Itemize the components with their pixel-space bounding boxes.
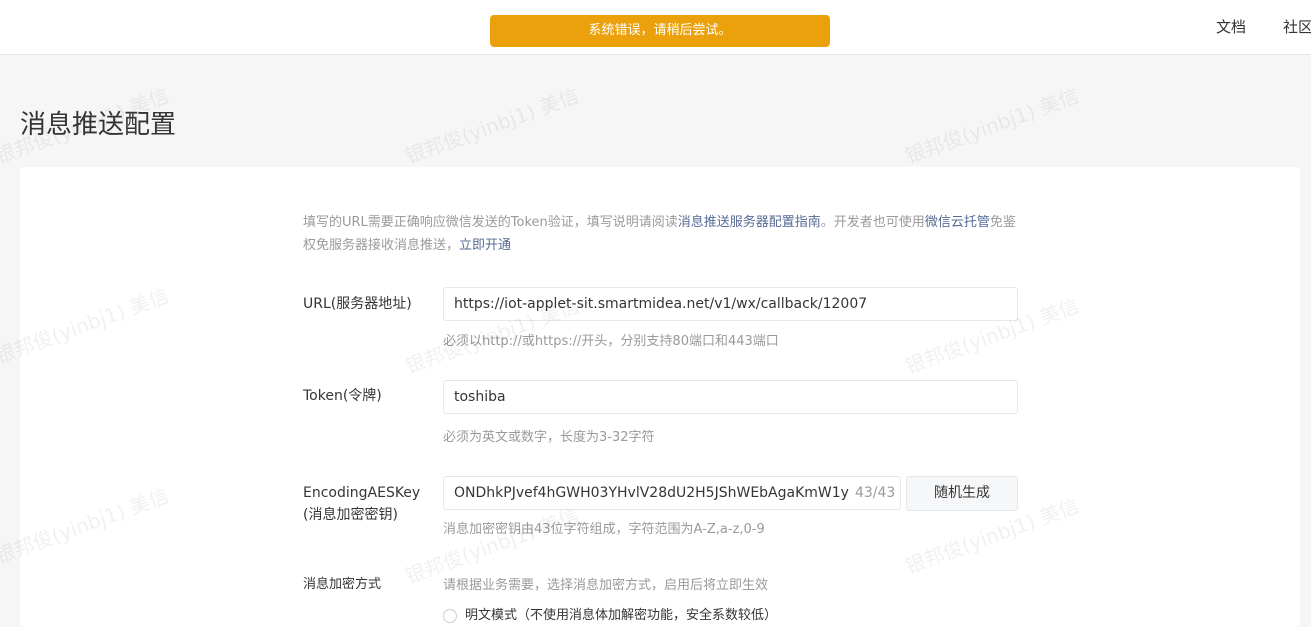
top-bar: 系统错误，请稍后尝试。 文档 社区	[0, 0, 1311, 55]
aes-key-hint: 消息加密密钥由43位字符组成，字符范围为A-Z,a-z,0-9	[443, 522, 765, 537]
url-label: URL(服务器地址)	[303, 296, 412, 312]
nav-docs-link[interactable]: 文档	[1216, 16, 1246, 37]
aes-key-input[interactable]: ONDhkPJvef4hGWH03YHvlV28dU2H5JShWEbAgaKm…	[443, 476, 901, 510]
token-hint: 必须为英文或数字，长度为3-32字符	[443, 430, 655, 445]
url-input-value: https://iot-applet-sit.smartmidea.net/v1…	[454, 296, 868, 312]
encrypt-mode-option-label: 明文模式（不使用消息体加解密功能，安全系数较低）	[465, 608, 778, 623]
aes-key-label-line2: (消息加密密钥)	[303, 507, 398, 523]
encrypt-mode-hint: 请根据业务需要，选择消息加密方式，启用后将立即生效	[443, 578, 769, 593]
intro-description: 填写的URL需要正确响应微信发送的Token验证，填写说明请阅读消息推送服务器配…	[303, 211, 1023, 257]
watermark: 银邦俊(yinbj1) 美信	[901, 83, 1083, 169]
intro-text-2: 。开发者也可使用	[820, 215, 925, 230]
error-toast: 系统错误，请稍后尝试。	[490, 15, 830, 47]
enable-now-link[interactable]: 立即开通	[459, 238, 511, 253]
server-config-guide-link[interactable]: 消息推送服务器配置指南	[678, 215, 821, 230]
aes-key-label-line1: EncodingAESKey	[303, 485, 421, 501]
aes-key-label: EncodingAESKey (消息加密密钥)	[303, 482, 420, 526]
random-generate-button[interactable]: 随机生成	[906, 476, 1018, 511]
cloud-hosting-link[interactable]: 微信云托管	[925, 215, 990, 230]
nav-community-link[interactable]: 社区	[1283, 16, 1311, 37]
page-title: 消息推送配置	[20, 110, 177, 140]
token-input-value: toshiba	[454, 389, 506, 405]
encrypt-mode-option-plaintext[interactable]: 明文模式（不使用消息体加解密功能，安全系数较低）	[443, 604, 777, 623]
aes-key-input-value: ONDhkPJvef4hGWH03YHvlV28dU2H5JShWEbAgaKm…	[454, 485, 849, 501]
token-input[interactable]: toshiba	[443, 380, 1018, 414]
watermark: 银邦俊(yinbj1) 美信	[401, 83, 583, 169]
intro-text-1: 填写的URL需要正确响应微信发送的Token验证，填写说明请阅读	[303, 215, 678, 230]
url-hint: 必须以http://或https://开头，分别支持80端口和443端口	[443, 334, 779, 349]
token-label: Token(令牌)	[303, 388, 382, 404]
url-input[interactable]: https://iot-applet-sit.smartmidea.net/v1…	[443, 287, 1018, 321]
aes-key-char-counter: 43/43	[854, 485, 896, 501]
encrypt-mode-label: 消息加密方式	[303, 577, 382, 592]
